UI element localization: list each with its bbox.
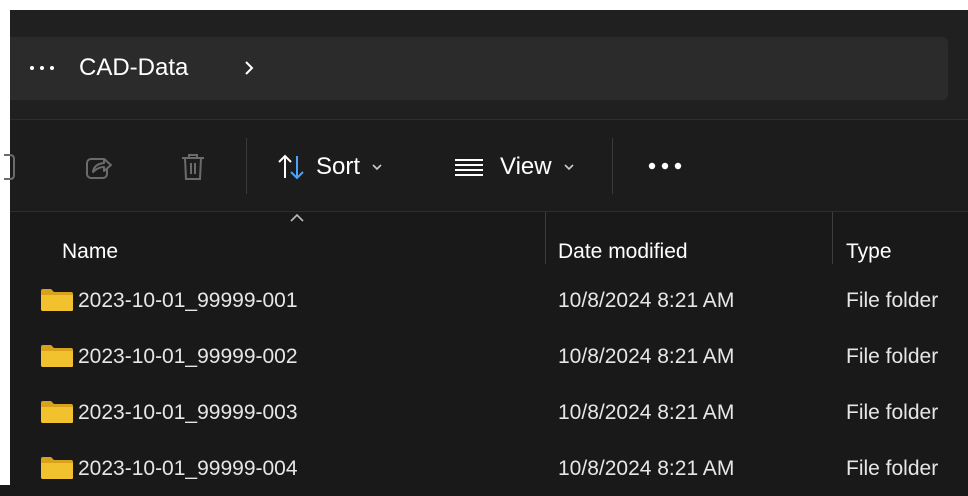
column-header-name[interactable]: Name <box>62 240 118 264</box>
copy-icon[interactable] <box>4 153 18 181</box>
file-list: Name Date modified Type 2023-10-01_99999… <box>10 212 968 485</box>
dot-icon <box>50 66 54 70</box>
command-bar: Sort View <box>4 119 968 212</box>
view-label: View <box>500 153 552 180</box>
column-divider[interactable] <box>832 212 833 264</box>
file-date-modified: 10/8/2024 8:21 AM <box>558 457 735 480</box>
sort-button[interactable]: Sort <box>276 150 384 184</box>
file-type: File folder <box>846 345 939 368</box>
view-icon <box>455 159 483 176</box>
dot-icon <box>30 66 34 70</box>
column-header-type[interactable]: Type <box>846 240 892 264</box>
table-row[interactable]: 2023-10-01_99999-003 10/8/2024 8:21 AM F… <box>10 384 968 440</box>
view-button[interactable]: View <box>452 150 576 184</box>
sort-icon <box>278 154 304 180</box>
file-type: File folder <box>846 457 939 480</box>
file-name: 2023-10-01_99999-004 <box>78 457 298 480</box>
folder-icon <box>41 345 73 367</box>
more-options-icon[interactable] <box>646 158 686 174</box>
chevron-down-icon <box>564 164 574 171</box>
chevron-right-icon[interactable] <box>238 57 260 79</box>
table-row[interactable]: 2023-10-01_99999-001 10/8/2024 8:21 AM F… <box>10 272 968 328</box>
toolbar-divider <box>246 138 247 194</box>
folder-icon <box>41 401 73 423</box>
file-date-modified: 10/8/2024 8:21 AM <box>558 345 735 368</box>
file-name: 2023-10-01_99999-002 <box>78 345 298 368</box>
chevron-down-icon <box>372 164 382 171</box>
column-header-date-modified[interactable]: Date modified <box>558 240 688 264</box>
toolbar-divider <box>612 138 613 194</box>
trash-icon[interactable] <box>178 151 208 183</box>
file-name: 2023-10-01_99999-003 <box>78 401 298 424</box>
window-left-border <box>0 0 10 485</box>
dot-icon <box>40 66 44 70</box>
sort-ascending-icon <box>290 213 304 222</box>
file-type: File folder <box>846 401 939 424</box>
share-icon[interactable] <box>84 153 114 181</box>
folder-icon <box>41 289 73 311</box>
file-name: 2023-10-01_99999-001 <box>78 289 298 312</box>
file-date-modified: 10/8/2024 8:21 AM <box>558 401 735 424</box>
breadcrumb-overflow-button[interactable] <box>30 57 54 79</box>
address-bar[interactable]: CAD-Data <box>10 37 948 100</box>
sort-label: Sort <box>316 153 361 180</box>
window-top-border <box>0 0 968 10</box>
file-date-modified: 10/8/2024 8:21 AM <box>558 289 735 312</box>
file-type: File folder <box>846 289 939 312</box>
breadcrumb-cad-data[interactable]: CAD-Data <box>79 54 188 82</box>
folder-icon <box>41 457 73 479</box>
table-row[interactable]: 2023-10-01_99999-002 10/8/2024 8:21 AM F… <box>10 328 968 384</box>
column-divider[interactable] <box>545 212 546 264</box>
table-row[interactable]: 2023-10-01_99999-004 10/8/2024 8:21 AM F… <box>10 440 968 496</box>
